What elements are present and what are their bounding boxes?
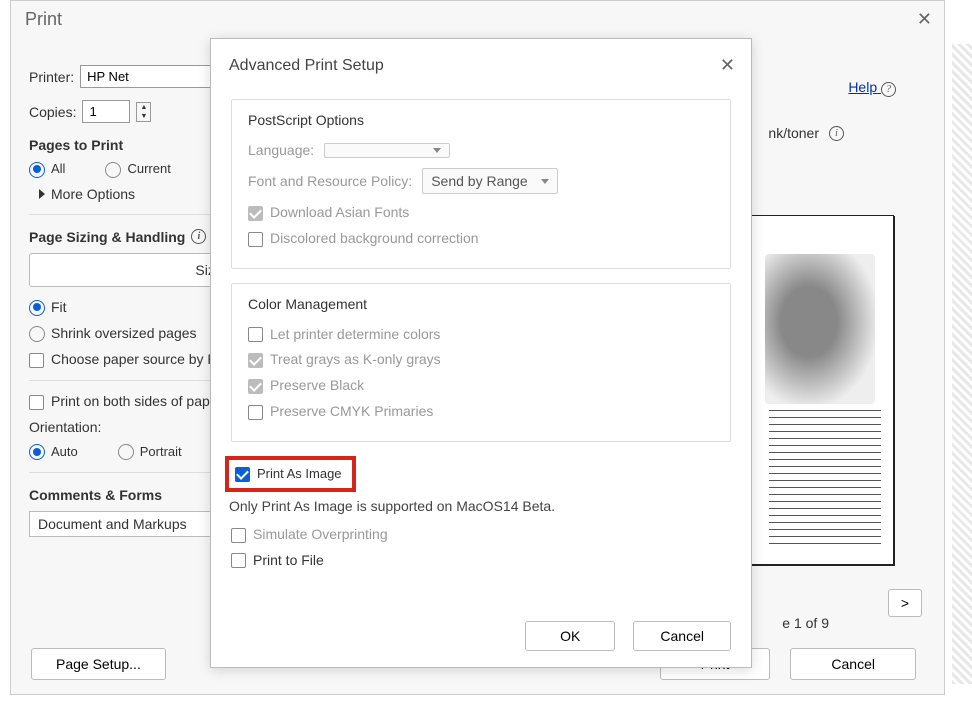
chk-paper-source[interactable]: Choose paper source by PL — [29, 351, 225, 367]
print-dialog-title: Print — [11, 1, 944, 36]
close-icon[interactable]: ✕ — [720, 55, 735, 76]
chk-preserve-cmyk[interactable]: Preserve CMYK Primaries — [248, 403, 433, 419]
radio-auto[interactable]: Auto — [29, 444, 78, 461]
chevron-down-icon — [541, 179, 549, 184]
macos-support-note: Only Print As Image is supported on MacO… — [229, 498, 751, 514]
page-indicator: e 1 of 9 — [782, 615, 829, 631]
adv-cancel-button[interactable]: Cancel — [633, 621, 731, 651]
comments-select[interactable]: Document and Markups — [29, 511, 229, 537]
postscript-header: PostScript Options — [248, 112, 714, 128]
preview-text-block — [769, 410, 881, 550]
chk-both-sides[interactable]: Print on both sides of pape — [29, 393, 218, 409]
next-page-button[interactable]: > — [888, 589, 922, 617]
printer-label: Printer: — [29, 69, 74, 85]
chk-preserve-black[interactable]: Preserve Black — [248, 377, 364, 393]
postscript-section: PostScript Options Language: Font and Re… — [231, 99, 731, 269]
page-setup-button[interactable]: Page Setup... — [31, 648, 166, 680]
help-icon: ? — [881, 82, 896, 97]
print-preview — [746, 215, 894, 565]
chk-printer-colors[interactable]: Let printer determine colors — [248, 326, 440, 342]
chk-print-as-image[interactable]: Print As Image — [235, 466, 342, 482]
print-as-image-highlight: Print As Image — [225, 456, 356, 492]
font-policy-select[interactable]: Send by Range — [422, 168, 558, 194]
chk-grays-konly[interactable]: Treat grays as K-only grays — [248, 351, 441, 367]
radio-all[interactable]: All — [29, 161, 65, 178]
copies-field[interactable] — [82, 100, 130, 123]
copies-label: Copies: — [29, 104, 76, 120]
language-label: Language: — [248, 142, 314, 158]
copies-spinner[interactable]: ▲▼ — [136, 102, 151, 122]
ink-toner-text: nk/toner — [768, 125, 819, 141]
color-mgmt-header: Color Management — [248, 296, 714, 312]
close-icon[interactable]: ✕ — [917, 9, 932, 30]
radio-portrait[interactable]: Portrait — [118, 444, 182, 461]
chk-discolored-bg[interactable]: Discolored background correction — [248, 230, 479, 246]
info-icon[interactable]: i — [829, 126, 844, 141]
font-policy-label: Font and Resource Policy: — [248, 173, 412, 189]
advanced-print-setup-dialog: Advanced Print Setup ✕ PostScript Option… — [210, 38, 752, 668]
help-link[interactable]: Help ? — [848, 79, 896, 97]
radio-fit[interactable]: Fit — [29, 299, 67, 315]
color-management-section: Color Management Let printer determine c… — [231, 283, 731, 442]
language-select[interactable] — [324, 143, 450, 158]
advanced-dialog-title: Advanced Print Setup — [211, 39, 751, 85]
chk-print-to-file[interactable]: Print to File — [231, 552, 324, 568]
chevron-down-icon — [433, 148, 441, 153]
background-strip — [952, 44, 972, 684]
info-icon[interactable]: i — [191, 229, 206, 244]
chk-asian-fonts[interactable]: Download Asian Fonts — [248, 204, 409, 220]
preview-image — [765, 254, 875, 404]
chk-simulate-overprint[interactable]: Simulate Overprinting — [231, 526, 388, 542]
radio-shrink[interactable]: Shrink oversized pages — [29, 325, 197, 341]
ok-button[interactable]: OK — [525, 621, 615, 651]
cancel-button[interactable]: Cancel — [790, 648, 916, 680]
radio-current[interactable]: Current — [105, 161, 170, 178]
